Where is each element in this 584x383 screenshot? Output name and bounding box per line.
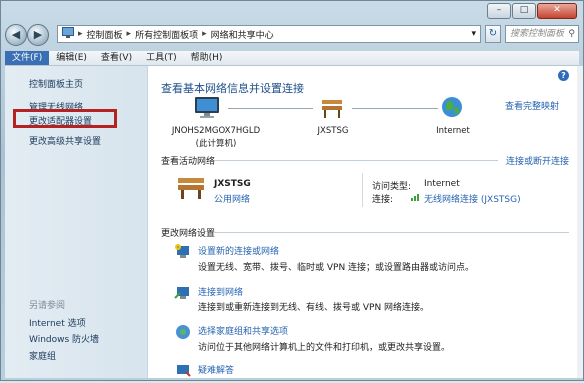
sidebar-link-internet-options[interactable]: Internet 选项 <box>29 316 86 329</box>
chevron-right-icon: ▸ <box>202 29 207 39</box>
divider <box>362 173 363 207</box>
window-controls: – □ ✕ <box>487 3 577 19</box>
maximize-button[interactable]: □ <box>512 3 536 19</box>
connection-line <box>352 108 438 109</box>
menu-tools[interactable]: 工具(T) <box>139 51 184 65</box>
node-internet: Internet <box>436 126 470 136</box>
task-troubleshoot[interactable]: 疑难解答 <box>198 363 234 376</box>
task-connect-network-desc: 连接到或重新连接到无线、有线、拨号或 VPN 网络连接。 <box>198 303 430 313</box>
signal-icon <box>411 192 421 204</box>
wireless-connection-link[interactable]: 无线网络连接 (JXSTSG) <box>424 192 521 205</box>
sidebar: 控制面板主页 管理无线网络 更改适配器设置 更改高级共享设置 另请参阅 Inte… <box>5 66 148 378</box>
forward-button[interactable]: ▶ <box>27 24 49 46</box>
change-settings-label: 更改网络设置 <box>161 229 216 239</box>
help-icon[interactable]: ? <box>558 70 569 81</box>
connect-network-icon <box>174 284 192 302</box>
see-also-title: 另请参阅 <box>29 301 66 311</box>
refresh-button[interactable]: ↻ <box>485 25 501 43</box>
access-type-value: Internet <box>424 179 460 189</box>
network-type-link[interactable]: 公用网络 <box>214 192 250 205</box>
breadcrumb-all-items[interactable]: 所有控制面板项 <box>135 28 198 41</box>
computer-icon <box>193 96 221 123</box>
menu-edit[interactable]: 编辑(E) <box>49 51 94 65</box>
chevron-right-icon: ▸ <box>78 29 83 39</box>
access-type-label: 访问类型: <box>372 182 412 192</box>
menu-view[interactable]: 查看(V) <box>94 51 139 65</box>
scrollbar[interactable] <box>577 66 583 378</box>
globe-icon <box>441 96 463 121</box>
task-homegroup[interactable]: 选择家庭组和共享选项 <box>198 324 288 337</box>
task-homegroup-desc: 访问位于其他网络计算机上的文件和打印机，或更改共享设置。 <box>198 343 451 353</box>
task-new-connection-desc: 设置无线、宽带、拨号、临时或 VPN 连接；或设置路由器或访问点。 <box>198 263 475 273</box>
connection-label: 连接: <box>372 195 394 205</box>
connection-line <box>228 108 313 109</box>
menu-help[interactable]: 帮助(H) <box>184 51 230 65</box>
close-button[interactable]: ✕ <box>537 3 577 19</box>
new-connection-icon <box>174 243 192 261</box>
menu-bar: 文件(F) 编辑(E) 查看(V) 工具(T) 帮助(H) <box>5 51 579 66</box>
control-panel-icon <box>62 27 74 41</box>
navigation-bar: ◀ ▶ ▸ 控制面板 ▸ 所有控制面板项 ▸ 网络和共享中心 ▾ ↻ 搜索控制面… <box>5 23 579 47</box>
sidebar-link-firewall[interactable]: Windows 防火墙 <box>29 332 99 345</box>
address-bar[interactable]: ▸ 控制面板 ▸ 所有控制面板项 ▸ 网络和共享中心 ▾ <box>57 25 481 43</box>
node-computer-name: JNOHS2MGOX7HGLD <box>171 126 261 136</box>
sidebar-item-home[interactable]: 控制面板主页 <box>29 77 83 90</box>
back-button[interactable]: ◀ <box>5 24 27 46</box>
highlight-annotation <box>13 109 117 128</box>
bench-icon <box>320 96 344 123</box>
search-icon[interactable]: ⚲ <box>568 26 575 42</box>
window-frame: – □ ✕ ◀ ▶ ▸ 控制面板 ▸ 所有控制面板项 ▸ 网络和共享中心 ▾ ↻… <box>0 0 584 381</box>
network-bench-icon <box>176 174 206 203</box>
menu-file[interactable]: 文件(F) <box>5 51 50 65</box>
connect-disconnect-link[interactable]: 连接或断开连接 <box>506 154 569 167</box>
search-input[interactable]: 搜索控制面板 ⚲ <box>505 25 579 43</box>
network-map: JNOHS2MGOX7HGLD (此计算机) JXSTSG Internet <box>148 92 577 152</box>
node-network-name: JXSTSG <box>317 126 349 136</box>
homegroup-icon <box>174 323 192 341</box>
sidebar-link-homegroup[interactable]: 家庭组 <box>29 349 56 362</box>
divider <box>214 232 569 233</box>
node-computer-sub: (此计算机) <box>195 139 237 149</box>
dropdown-arrow-icon[interactable]: ▾ <box>471 29 476 39</box>
sidebar-item-sharing-settings[interactable]: 更改高级共享设置 <box>29 134 101 147</box>
chevron-right-icon: ▸ <box>126 29 132 39</box>
divider <box>214 160 498 161</box>
network-name: JXSTSG <box>214 179 251 189</box>
search-placeholder: 搜索控制面板 <box>510 29 565 39</box>
task-connect-network[interactable]: 连接到网络 <box>198 285 243 298</box>
breadcrumb-network-center[interactable]: 网络和共享中心 <box>211 28 274 41</box>
main-panel: ? 查看基本网络信息并设置连接 查看完整映射 JNOHS2MGOX7HGLD (… <box>148 66 577 378</box>
task-new-connection[interactable]: 设置新的连接或网络 <box>198 244 279 257</box>
active-networks-label: 查看活动网络 <box>161 157 216 167</box>
troubleshoot-icon <box>174 362 192 380</box>
breadcrumb-control-panel[interactable]: 控制面板 <box>87 28 123 41</box>
minimize-button[interactable]: – <box>487 3 511 19</box>
